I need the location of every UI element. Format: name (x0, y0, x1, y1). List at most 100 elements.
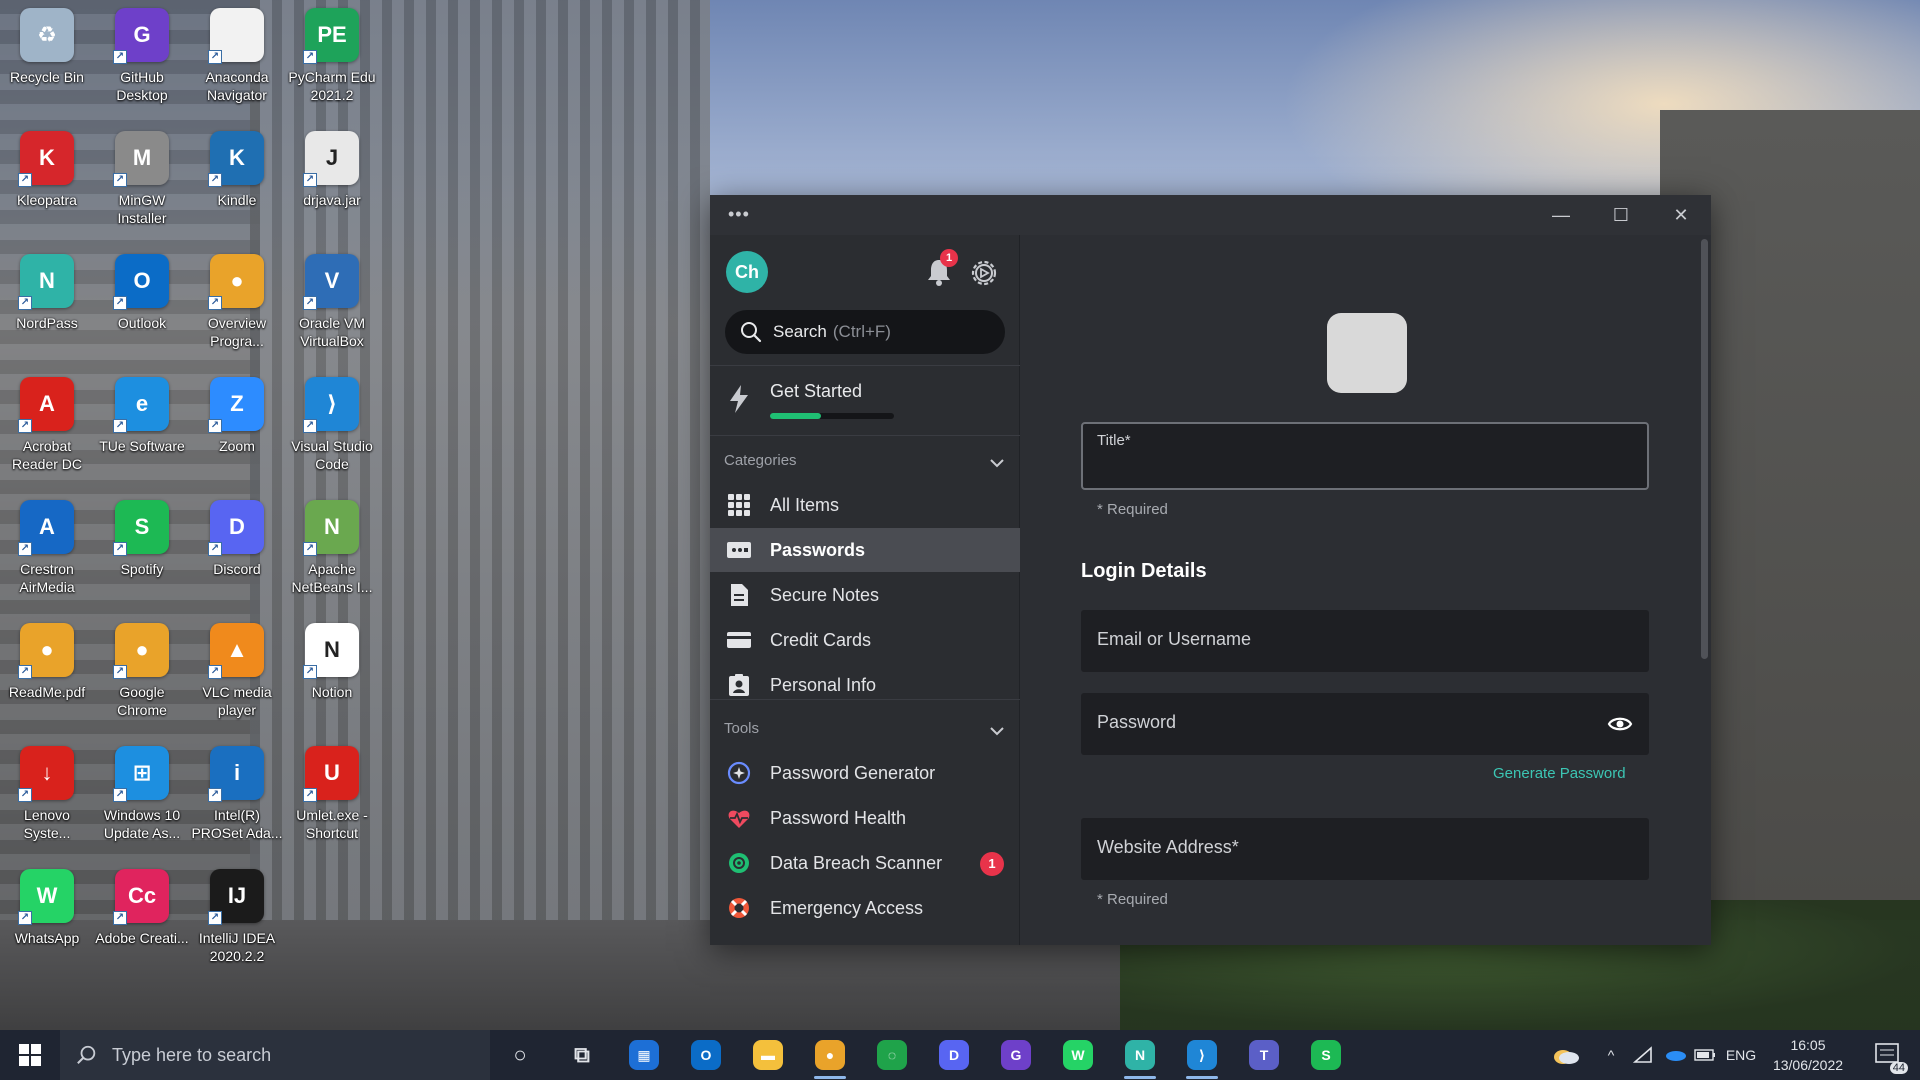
user-avatar[interactable]: Ch (726, 251, 768, 293)
desktop-icon[interactable]: S ↗ Spotify (96, 500, 188, 618)
desktop-icon[interactable]: G ↗ GitHub Desktop (96, 8, 188, 126)
taskbar-cortana-icon[interactable]: ○ (494, 1035, 546, 1075)
desktop-icon[interactable]: i ↗ Intel(R) PROSet Ada... (191, 746, 283, 864)
action-center-badge: 44 (1889, 1062, 1908, 1074)
taskbar-calendar-icon[interactable]: ▦ (618, 1035, 670, 1075)
title-field[interactable]: Title* (1081, 422, 1649, 490)
onedrive-icon[interactable] (1660, 1030, 1690, 1080)
desktop-icon[interactable]: Z ↗ Zoom (191, 377, 283, 495)
generate-password-link[interactable]: Generate Password (1493, 765, 1626, 782)
taskbar-outlook-icon[interactable]: O (680, 1035, 732, 1075)
taskbar-clock[interactable]: 16:05 13/06/2022 (1770, 1035, 1846, 1075)
gear-icon[interactable] (968, 257, 1000, 289)
password-field[interactable]: Password (1081, 693, 1649, 755)
taskbar-task-view-icon[interactable]: ⧉ (556, 1035, 608, 1075)
taskbar-whatsapp-icon[interactable]: W (1052, 1035, 1104, 1075)
get-started-progress (770, 413, 894, 419)
desktop-icon-label: Lenovo Syste... (23, 807, 71, 841)
desktop-icon[interactable]: ● ↗ Overview Progra... (191, 254, 283, 372)
taskbar-vscode-icon[interactable]: ⟩ (1176, 1035, 1228, 1079)
desktop-icon[interactable]: J ↗ drjava.jar (286, 131, 378, 249)
sidebar-item-passwords[interactable]: Passwords (710, 528, 1020, 572)
desktop-icon-label: PyCharm Edu 2021.2 (288, 69, 376, 103)
desktop-icon-label: Discord (213, 561, 261, 577)
categories-header[interactable]: Categories (724, 452, 1014, 476)
shortcut-arrow-icon: ↗ (303, 173, 317, 187)
email-field[interactable]: Email or Username (1081, 610, 1649, 672)
desktop-icon[interactable]: A ↗ Acrobat Reader DC (1, 377, 93, 495)
chevron-down-icon[interactable] (988, 722, 1006, 740)
desktop-icon[interactable]: N ↗ Apache NetBeans I... (286, 500, 378, 618)
app-icon: O ↗ (113, 254, 169, 310)
taskbar-discord-icon[interactable]: D (928, 1035, 980, 1075)
desktop-icon[interactable]: W ↗ WhatsApp (1, 869, 93, 987)
desktop-icon[interactable]: O ↗ Outlook (96, 254, 188, 372)
taskbar-search-box[interactable]: Type here to search (60, 1030, 490, 1080)
taskbar-nordpass-icon[interactable]: N (1114, 1035, 1166, 1079)
desktop-icon[interactable]: U ↗ Umlet.exe - Shortcut (286, 746, 378, 864)
desktop-icon-label: TUe Software (99, 438, 185, 454)
scrollbar[interactable] (1701, 239, 1708, 659)
desktop-icon[interactable]: ● ↗ ReadMe.pdf (1, 623, 93, 741)
desktop-icon[interactable]: ⊞ ↗ Windows 10 Update As... (96, 746, 188, 864)
taskbar-github-desktop-icon[interactable]: G (990, 1035, 1042, 1075)
item-icon-placeholder[interactable] (1327, 313, 1407, 393)
network-icon[interactable] (1628, 1030, 1658, 1080)
tray-chevron-icon[interactable]: ^ (1598, 1030, 1624, 1080)
desktop-icon[interactable]: Cc ↗ Adobe Creati... (95, 869, 189, 987)
window-menu-button[interactable]: ••• (728, 204, 750, 225)
language-indicator[interactable]: ENG (1722, 1030, 1760, 1080)
desktop-icon[interactable]: N ↗ NordPass (1, 254, 93, 372)
desktop-icon[interactable]: A ↗ Crestron AirMedia (1, 500, 93, 618)
shortcut-arrow-icon: ↗ (18, 665, 32, 679)
cloud-icon[interactable] (1546, 1030, 1586, 1080)
desktop-icon[interactable]: ♻ Recycle Bin (1, 8, 93, 126)
divider (710, 365, 1020, 366)
desktop-icon[interactable]: ⟩ ↗ Visual Studio Code (286, 377, 378, 495)
desktop-icon[interactable]: IJ ↗ IntelliJ IDEA 2020.2.2 (191, 869, 283, 987)
shortcut-arrow-icon: ↗ (303, 50, 317, 64)
close-button[interactable]: ✕ (1651, 195, 1711, 235)
desktop-icon[interactable]: ▲ ↗ VLC media player (191, 623, 283, 741)
taskbar-chrome-icon[interactable]: ● (804, 1035, 856, 1079)
desktop-icon[interactable]: K ↗ Kleopatra (1, 131, 93, 249)
action-center-button[interactable]: 44 (1866, 1030, 1910, 1080)
website-field[interactable]: Website Address* (1081, 818, 1649, 880)
start-button[interactable] (0, 1030, 60, 1080)
desktop-icon[interactable]: ↗ Anaconda Navigator (191, 8, 283, 126)
desktop-icon[interactable]: ↓ ↗ Lenovo Syste... (1, 746, 93, 864)
minimize-button[interactable]: — (1531, 195, 1591, 235)
battery-icon[interactable] (1690, 1030, 1720, 1080)
tools-header[interactable]: Tools (724, 720, 1014, 744)
get-started-item[interactable]: Get Started (710, 373, 1020, 427)
sidebar-item-personal-info[interactable]: Personal Info (710, 663, 1020, 707)
app-icon: ↗ (208, 8, 264, 64)
desktop-icon[interactable]: e ↗ TUe Software (96, 377, 188, 495)
desktop-icon[interactable]: N ↗ Notion (286, 623, 378, 741)
taskbar-file-explorer-icon[interactable]: ▬ (742, 1035, 794, 1075)
desktop-icon[interactable]: M ↗ MinGW Installer (96, 131, 188, 249)
sidebar-item-emergency-access[interactable]: Emergency Access (710, 886, 1020, 930)
desktop-icon[interactable]: PE ↗ PyCharm Edu 2021.2 (286, 8, 378, 126)
sidebar-item-password-health[interactable]: Password Health (710, 796, 1020, 840)
desktop-icon[interactable]: K ↗ Kindle (191, 131, 283, 249)
search-input[interactable]: Search (Ctrl+F) (725, 310, 1005, 354)
sidebar-item-credit-cards[interactable]: Credit Cards (710, 618, 1020, 662)
maximize-button[interactable]: ☐ (1591, 195, 1651, 235)
chevron-down-icon[interactable] (988, 454, 1006, 472)
shortcut-arrow-icon: ↗ (18, 542, 32, 556)
taskbar-spotify-icon[interactable]: S (1300, 1035, 1352, 1075)
window-titlebar[interactable]: ••• — ☐ ✕ (710, 195, 1711, 235)
sidebar-item-data-breach-scanner[interactable]: Data Breach Scanner 1 (710, 841, 1020, 885)
desktop-icon[interactable]: ● ↗ Google Chrome (96, 623, 188, 741)
sidebar-item-password-generator[interactable]: Password Generator (710, 751, 1020, 795)
desktop-icon[interactable]: V ↗ Oracle VM VirtualBox (286, 254, 378, 372)
shortcut-arrow-icon: ↗ (18, 788, 32, 802)
desktop-icon[interactable]: D ↗ Discord (191, 500, 283, 618)
sidebar-item-secure-notes[interactable]: Secure Notes (710, 573, 1020, 617)
sidebar-item-all-items[interactable]: All Items (710, 483, 1020, 527)
taskbar-circle-app-icon[interactable]: ◌ (866, 1035, 918, 1075)
eye-icon[interactable] (1607, 711, 1633, 737)
desktop-icon-label: WhatsApp (14, 930, 80, 946)
taskbar-teams-icon[interactable]: T (1238, 1035, 1290, 1075)
